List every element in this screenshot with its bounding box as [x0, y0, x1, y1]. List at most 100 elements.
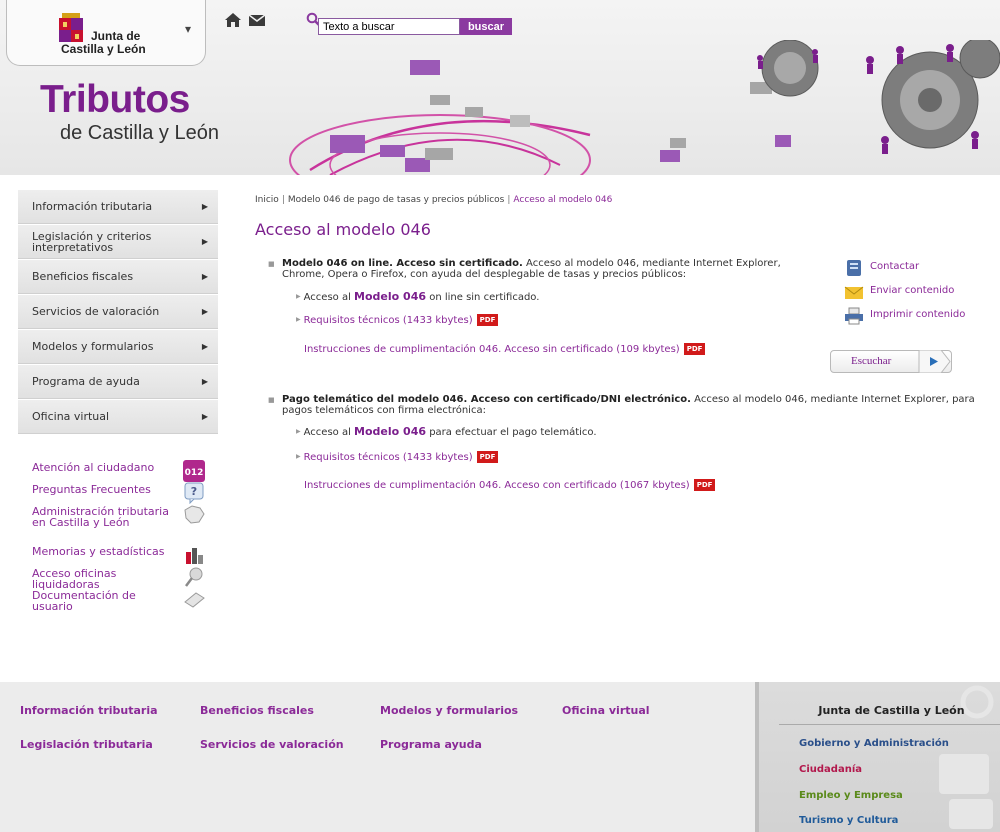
link-suffix: on line sin certificado.	[429, 292, 540, 303]
imprimir-contenido-label: Imprimir contenido	[870, 309, 966, 320]
svg-text:?: ?	[191, 485, 197, 498]
bullet-icon: ■	[268, 260, 275, 268]
chevron-right-icon: ▶	[201, 307, 208, 316]
bullet-icon: ■	[268, 396, 275, 404]
footer-link-beneficios-fiscales[interactable]: Beneficios fiscales	[200, 704, 314, 717]
jcyl-link-ciudadania[interactable]: Ciudadanía	[799, 764, 862, 775]
chevron-down-icon[interactable]: ▾	[185, 22, 195, 36]
play-icon	[918, 350, 951, 373]
quicklink-label: Administración tributaria en Castilla y …	[32, 505, 169, 529]
home-icon[interactable]	[224, 12, 242, 28]
modelo-046-link[interactable]: Modelo 046	[354, 290, 426, 303]
link-prefix: Acceso al	[303, 427, 351, 438]
quicklink-label: Acceso oficinas liquidadoras	[32, 567, 117, 591]
quicklink-administracion-tributaria[interactable]: Administración tributaria en Castilla y …	[32, 505, 217, 546]
link-row-instrucciones-2: Instrucciones de cumplimentación 046. Ac…	[304, 479, 716, 491]
document-icon	[184, 592, 205, 608]
nav-item-legislacion[interactable]: Legislación y criterios interpretativos …	[18, 225, 218, 259]
link-row-requisitos-2: ▶ Requisitos técnicos (1433 kbytes) PDF	[296, 451, 499, 463]
section-text: pagos telemáticos con firma electrónica:	[282, 405, 486, 416]
nav-item-label: Programa de ayuda	[32, 375, 140, 388]
nav-item-label: Servicios de valoración	[32, 305, 160, 318]
footer-link-oficina-virtual[interactable]: Oficina virtual	[562, 704, 650, 717]
nav-item-informacion-tributaria[interactable]: Información tributaria ▶	[18, 190, 218, 224]
footer-link-legislacion-tributaria[interactable]: Legislación tributaria	[20, 738, 153, 751]
pin-icon	[185, 567, 203, 587]
breadcrumb-separator: |	[507, 195, 511, 205]
jcyl-link-turismo[interactable]: Turismo y Cultura	[799, 815, 898, 826]
logo-line-1: Junta de	[91, 29, 141, 43]
junta-logo[interactable]: Junta de Castilla y León	[6, 0, 206, 66]
nav-item-beneficios-fiscales[interactable]: Beneficios fiscales ▶	[18, 260, 218, 294]
search-input[interactable]	[318, 18, 460, 35]
listen-button[interactable]: Escuchar	[830, 350, 952, 373]
quicklink-label: Memorias y estadísticas	[32, 545, 165, 558]
nav-item-label: Modelos y formularios	[32, 340, 154, 353]
chevron-right-icon: ▶	[201, 202, 208, 211]
site-footer: Información tributaria Legislación tribu…	[0, 682, 1000, 832]
nav-item-label: Oficina virtual	[32, 410, 110, 423]
quicklink-label: Atención al ciudadano	[32, 461, 155, 474]
instrucciones-link[interactable]: Instrucciones de cumplimentación 046. Ac…	[304, 344, 680, 355]
triangle-bullet-icon: ▶	[296, 453, 301, 460]
quicklink-label: Documentación de usuario	[32, 589, 136, 613]
imprimir-contenido-link[interactable]: Imprimir contenido	[830, 306, 990, 330]
breadcrumb-inicio[interactable]: Inicio	[255, 195, 279, 205]
triangle-bullet-icon: ▶	[296, 293, 301, 300]
link-prefix: Acceso al	[303, 292, 351, 303]
enviar-contenido-link[interactable]: Enviar contenido	[830, 282, 990, 306]
quicklink-documentacion-usuario[interactable]: Documentación de usuario	[32, 590, 217, 612]
banner-illustration	[289, 40, 1000, 175]
nav-item-modelos-formularios[interactable]: Modelos y formularios ▶	[18, 330, 218, 364]
search-button[interactable]: buscar	[460, 18, 512, 35]
footer-link-informacion-tributaria[interactable]: Información tributaria	[20, 704, 158, 717]
chevron-right-icon: ▶	[201, 412, 208, 421]
requisitos-tecnicos-link[interactable]: Requisitos técnicos (1433 kbytes)	[304, 452, 473, 463]
svg-text:012: 012	[185, 468, 204, 478]
pdf-icon[interactable]: PDF	[683, 343, 706, 355]
breadcrumb-current: Acceso al modelo 046	[513, 195, 613, 205]
instrucciones-link[interactable]: Instrucciones de cumplimentación 046. Ac…	[304, 480, 690, 491]
modelo-046-pago-link[interactable]: Modelo 046	[354, 425, 426, 438]
link-row-requisitos: ▶ Requisitos técnicos (1433 kbytes) PDF	[296, 314, 499, 326]
section-heading: Pago telemático del modelo 046. Acceso c…	[282, 394, 691, 405]
quick-links: Atención al ciudadano 012 Preguntas Frec…	[32, 460, 217, 612]
map-icon	[184, 505, 205, 524]
breadcrumb-modelo-046[interactable]: Modelo 046 de pago de tasas y precios pú…	[288, 195, 504, 205]
012-phone-icon: 012	[183, 460, 205, 482]
triangle-bullet-icon: ▶	[296, 428, 301, 435]
pdf-icon[interactable]: PDF	[476, 451, 499, 463]
quicklink-oficinas-liquidadoras[interactable]: Acceso oficinas liquidadoras	[32, 567, 217, 591]
jcyl-link-empleo[interactable]: Empleo y Empresa	[799, 790, 903, 801]
jcyl-links-panel: Junta de Castilla y León Gobierno y Admi…	[755, 682, 1000, 832]
jcyl-link-gobierno[interactable]: Gobierno y Administración	[799, 738, 949, 749]
link-suffix: para efectuar el pago telemático.	[429, 427, 597, 438]
footer-link-programa-ayuda[interactable]: Programa ayuda	[380, 738, 482, 751]
nav-item-servicios-valoracion[interactable]: Servicios de valoración ▶	[18, 295, 218, 329]
chevron-right-icon: ▶	[201, 342, 208, 351]
quicklink-atencion-ciudadano[interactable]: Atención al ciudadano 012	[32, 460, 217, 484]
contactar-link[interactable]: Contactar	[830, 258, 990, 282]
link-row-modelo-046: ▶ Acceso al Modelo 046 on line sin certif…	[296, 290, 539, 303]
footer-link-modelos-formularios[interactable]: Modelos y formularios	[380, 704, 518, 717]
printer-icon	[845, 307, 863, 325]
chevron-right-icon: ▶	[201, 377, 208, 386]
envelope-icon	[844, 286, 864, 299]
nav-item-label: Legislación y criterios interpretativos	[32, 229, 152, 254]
section-sin-certificado: ■ Modelo 046 on line. Acceso sin certifi…	[268, 258, 808, 280]
nav-item-oficina-virtual[interactable]: Oficina virtual ▶	[18, 400, 218, 434]
section-heading: Modelo 046 on line. Acceso sin certifica…	[282, 258, 523, 269]
nav-item-programa-ayuda[interactable]: Programa de ayuda ▶	[18, 365, 218, 399]
requisitos-tecnicos-link[interactable]: Requisitos técnicos (1433 kbytes)	[304, 315, 473, 326]
footer-link-servicios-valoracion[interactable]: Servicios de valoración	[200, 738, 344, 751]
section-text: Chrome, Opera o Firefox, con ayuda del d…	[282, 269, 687, 280]
mail-icon[interactable]	[248, 13, 266, 27]
pdf-icon[interactable]: PDF	[476, 314, 499, 326]
nav-item-label: Información tributaria	[32, 200, 153, 213]
coat-of-arms-icon	[59, 13, 83, 42]
quicklink-memorias-estadisticas[interactable]: Memorias y estadísticas	[32, 546, 217, 568]
pdf-icon[interactable]: PDF	[693, 479, 716, 491]
quicklink-preguntas-frecuentes[interactable]: Preguntas Frecuentes ?	[32, 482, 217, 506]
enviar-contenido-label: Enviar contenido	[870, 285, 955, 296]
site-subtitle: de Castilla y León	[60, 122, 219, 144]
